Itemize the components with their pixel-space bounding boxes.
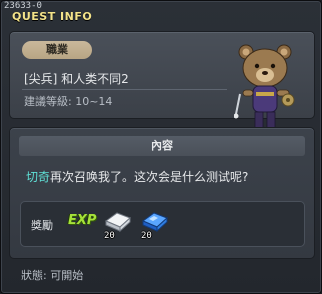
window-title: QUEST INFO — [12, 10, 93, 23]
content-header: 內容 — [19, 136, 305, 156]
item-count: 20 — [104, 231, 115, 241]
description-text: 再次召唤我了。这次会是什么测试呢? — [50, 170, 249, 184]
reward-box: 獎勵 EXP 20 20 — [20, 201, 305, 247]
reward-item-white-gem[interactable]: 20 — [100, 207, 134, 243]
content-panel: 內容 切奇再次召唤我了。这次会是什么测试呢? 獎勵 EXP 20 20 — [9, 127, 315, 259]
npc-name: 切奇 — [26, 170, 51, 184]
exp-icon[interactable]: EXP — [68, 213, 96, 228]
reward-item-blue-gem[interactable]: 20 — [137, 207, 171, 243]
job-panel: 職業 [尖兵] 和人类不同2 建議等級: 10~14 — [9, 31, 315, 137]
divider — [22, 89, 227, 90]
reward-label: 獎勵 — [31, 219, 53, 232]
quest-info-window: 23633-0 QUEST INFO 職業 [尖兵] 和人类不同2 建議等級: … — [0, 0, 322, 294]
quest-status: 狀態: 可開始 — [21, 269, 84, 282]
recommended-level: 建議等級: 10~14 — [24, 95, 113, 108]
job-badge: 職業 — [22, 41, 92, 59]
item-count: 20 — [141, 231, 152, 241]
quest-description: 切奇再次召唤我了。这次会是什么测试呢? — [26, 168, 248, 185]
quest-name: [尖兵] 和人类不同2 — [24, 72, 129, 86]
